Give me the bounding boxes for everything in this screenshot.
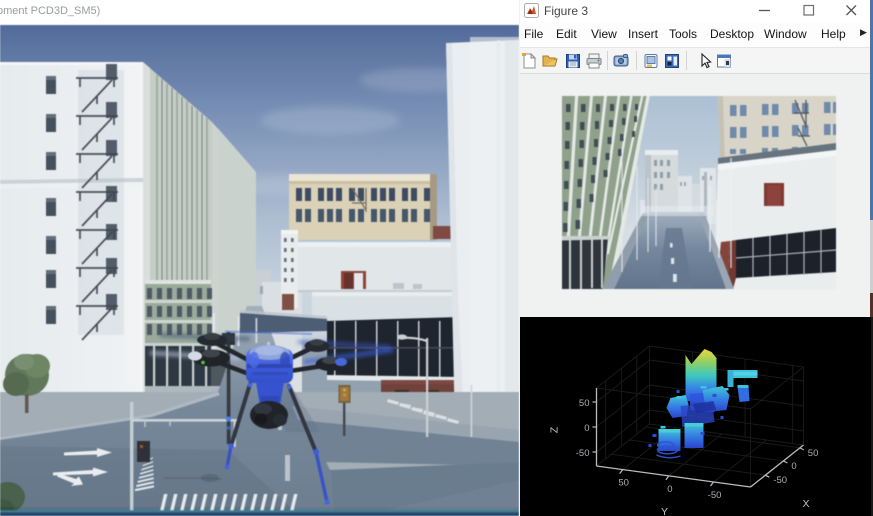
svg-text:50: 50 (618, 478, 629, 489)
svg-text:0: 0 (584, 423, 589, 434)
svg-text:Y: Y (661, 506, 668, 516)
svg-text:-50: -50 (576, 448, 590, 459)
svg-text:-50: -50 (708, 490, 722, 501)
svg-text:50: 50 (808, 448, 819, 459)
svg-text:-50: -50 (773, 475, 787, 486)
svg-text:0: 0 (667, 484, 672, 495)
svg-text:0: 0 (791, 461, 796, 472)
svg-text:50: 50 (579, 398, 590, 409)
svg-text:X: X (803, 498, 810, 510)
svg-text:Z: Z (549, 426, 561, 433)
